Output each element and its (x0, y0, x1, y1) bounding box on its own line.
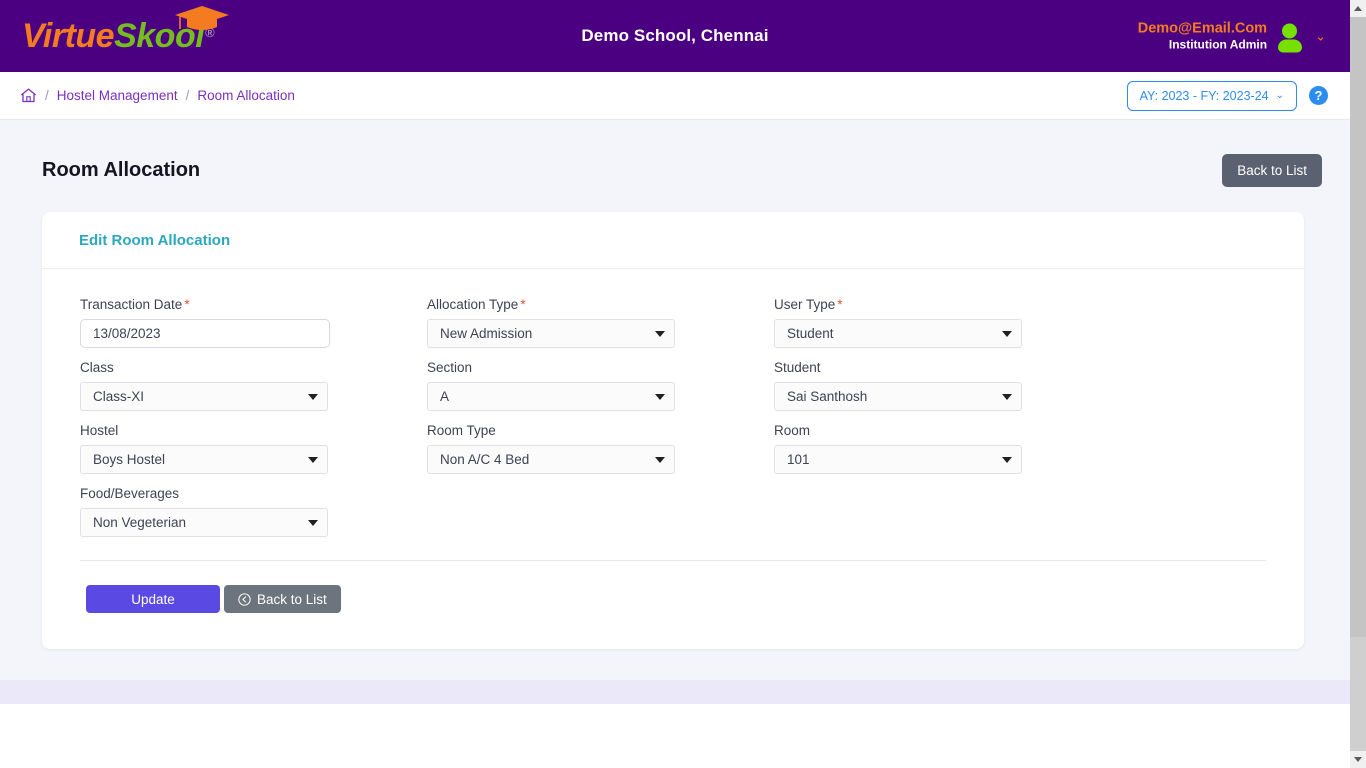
chevron-up-icon (1354, 6, 1362, 11)
label-class: Class (80, 360, 350, 375)
label-room: Room (774, 423, 1044, 438)
breadcrumb-link-hostel-management[interactable]: Hostel Management (57, 88, 178, 103)
required-marker: * (184, 297, 189, 312)
user-info: Demo@Email.Com Institution Admin (1138, 19, 1267, 52)
home-icon[interactable] (20, 87, 37, 104)
hostel-select[interactable]: Boys Hostel (80, 445, 328, 474)
breadcrumb-separator-2: / (186, 88, 190, 103)
chevron-down-icon[interactable]: ⌄ (1315, 30, 1326, 43)
user-menu[interactable]: Demo@Email.Com Institution Admin ⌄ (1138, 19, 1326, 52)
room-select[interactable]: 101 (774, 445, 1022, 474)
breadcrumb-separator-1: / (45, 88, 49, 103)
scroll-up-button[interactable] (1350, 0, 1366, 17)
form-card-title: Edit Room Allocation (79, 232, 230, 249)
field-room: Room 101 (774, 423, 1044, 474)
avatar-head (1282, 23, 1297, 38)
scrollbar-thumb[interactable] (1350, 17, 1366, 637)
room-allocation-form: Transaction Date* Allocation Type* New A… (80, 297, 1266, 537)
student-select[interactable]: Sai Santhosh (774, 382, 1022, 411)
food-beverages-value: Non Vegeterian (80, 508, 328, 537)
form-card-header: Edit Room Allocation (42, 212, 1304, 269)
chevron-down-icon: ⌄ (1276, 90, 1284, 101)
main-content: Room Allocation Back to List Edit Room A… (0, 120, 1350, 704)
breadcrumb-current-room-allocation: Room Allocation (197, 88, 295, 103)
graduation-cap-icon (174, 5, 230, 31)
back-to-list-button[interactable]: Back to List (224, 585, 341, 613)
label-food-beverages: Food/Beverages (80, 486, 350, 501)
logo-text-virtue: Virtue (22, 17, 114, 55)
user-email: Demo@Email.Com (1138, 19, 1267, 37)
label-transaction-date: Transaction Date* (80, 297, 350, 312)
allocation-type-select[interactable]: New Admission (427, 319, 675, 348)
allocation-type-value: New Admission (427, 319, 675, 348)
hostel-value: Boys Hostel (80, 445, 328, 474)
class-value: Class-XI (80, 382, 328, 411)
field-transaction-date: Transaction Date* (80, 297, 350, 348)
field-section: Section A (427, 360, 697, 411)
back-to-list-label: Back to List (257, 592, 327, 607)
section-value: A (427, 382, 675, 411)
field-allocation-type: Allocation Type* New Admission (427, 297, 697, 348)
student-value: Sai Santhosh (774, 382, 1022, 411)
room-type-select[interactable]: Non A/C 4 Bed (427, 445, 675, 474)
label-section: Section (427, 360, 697, 375)
field-student: Student Sai Santhosh (774, 360, 1044, 411)
transaction-date-input[interactable] (80, 319, 330, 348)
label-allocation-type: Allocation Type* (427, 297, 697, 312)
breadcrumb-bar: / Hostel Management / Room Allocation AY… (0, 72, 1350, 120)
field-food-beverages: Food/Beverages Non Vegeterian (80, 486, 350, 537)
user-type-value: Student (774, 319, 1022, 348)
vertical-scrollbar[interactable] (1350, 0, 1366, 768)
academic-year-selector[interactable]: AY: 2023 - FY: 2023-24 ⌄ (1127, 81, 1297, 111)
scroll-down-button[interactable] (1350, 751, 1366, 768)
avatar-body (1278, 39, 1302, 52)
label-text: Allocation Type (427, 297, 518, 312)
room-value: 101 (774, 445, 1022, 474)
field-hostel: Hostel Boys Hostel (80, 423, 350, 474)
field-class: Class Class-XI (80, 360, 350, 411)
field-user-type: User Type* Student (774, 297, 1044, 348)
field-room-type: Room Type Non A/C 4 Bed (427, 423, 697, 474)
label-student: Student (774, 360, 1044, 375)
viewport: VirtueSkool® Demo School, Chennai Demo@E… (0, 0, 1366, 768)
back-arrow-circle-icon (238, 593, 251, 606)
label-text: User Type (774, 297, 835, 312)
chevron-down-icon (1354, 757, 1362, 762)
form-actions: Update Back to List (80, 561, 1266, 649)
page-title: Room Allocation (42, 159, 200, 182)
required-marker: * (520, 297, 525, 312)
class-select[interactable]: Class-XI (80, 382, 328, 411)
room-type-value: Non A/C 4 Bed (427, 445, 675, 474)
form-card: Edit Room Allocation Transaction Date* (42, 212, 1304, 649)
page-header: Room Allocation Back to List (0, 120, 1350, 187)
app-header: VirtueSkool® Demo School, Chennai Demo@E… (0, 0, 1350, 72)
label-hostel: Hostel (80, 423, 350, 438)
footer-strip (0, 680, 1350, 704)
avatar-icon[interactable] (1277, 22, 1303, 50)
label-text: Transaction Date (80, 297, 182, 312)
section-select[interactable]: A (427, 382, 675, 411)
academic-year-label: AY: 2023 - FY: 2023-24 (1140, 89, 1269, 103)
user-role: Institution Admin (1138, 38, 1267, 53)
breadcrumb: / Hostel Management / Room Allocation (20, 87, 295, 104)
help-icon[interactable]: ? (1309, 86, 1328, 105)
app-logo[interactable]: VirtueSkool® (22, 19, 214, 53)
update-button[interactable]: Update (86, 585, 220, 613)
form-card-body: Transaction Date* Allocation Type* New A… (42, 269, 1304, 649)
label-user-type: User Type* (774, 297, 1044, 312)
user-type-select[interactable]: Student (774, 319, 1022, 348)
food-beverages-select[interactable]: Non Vegeterian (80, 508, 328, 537)
label-room-type: Room Type (427, 423, 697, 438)
back-to-list-button-top[interactable]: Back to List (1222, 154, 1322, 187)
breadcrumb-actions: AY: 2023 - FY: 2023-24 ⌄ ? (1127, 81, 1328, 111)
required-marker: * (837, 297, 842, 312)
page-root: VirtueSkool® Demo School, Chennai Demo@E… (0, 0, 1350, 768)
